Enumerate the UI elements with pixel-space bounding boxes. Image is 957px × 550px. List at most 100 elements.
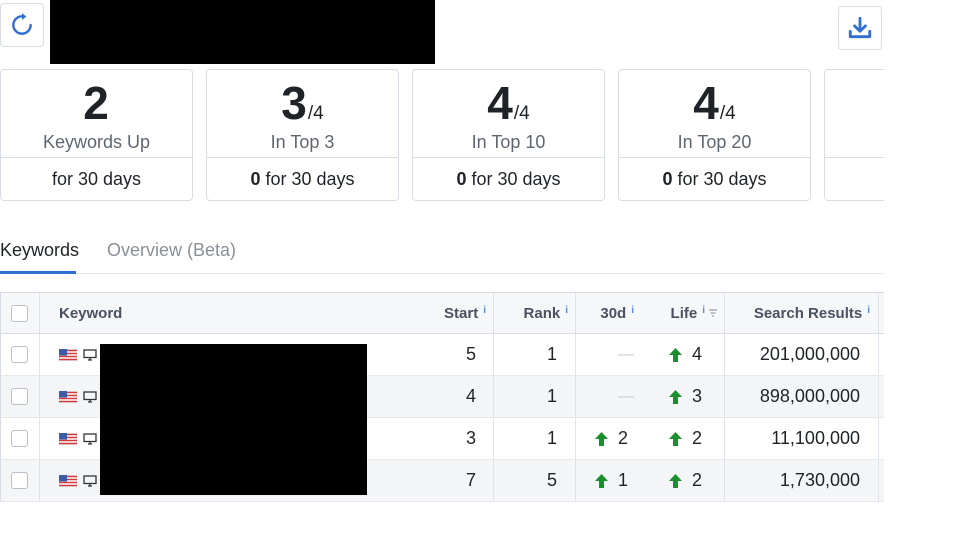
info-icon[interactable]: i xyxy=(867,305,870,316)
search-results-cell: 11,100,000 xyxy=(771,428,860,448)
stat-label: In Top 3 xyxy=(270,132,335,152)
life-value: 2 xyxy=(692,428,703,448)
header-start-label: Start xyxy=(444,304,479,322)
stat-footer-count: 0 xyxy=(456,169,467,189)
stat-card-top-3: 3/4 In Top 3 0 for 30 days xyxy=(206,69,399,201)
row-checkbox[interactable] xyxy=(11,430,28,447)
redacted-title xyxy=(50,0,435,64)
header-keyword-label: Keyword xyxy=(59,304,123,322)
stat-value: 4 xyxy=(487,77,513,129)
d30-value: — xyxy=(618,345,634,363)
col-divider xyxy=(878,376,879,417)
col-divider xyxy=(493,376,494,417)
rank-cell: 1 xyxy=(546,428,557,448)
header-life[interactable]: Life i xyxy=(641,293,718,333)
row-select-cell xyxy=(11,418,31,459)
search-results-cell: 898,000,000 xyxy=(759,386,860,406)
col-divider xyxy=(724,376,725,417)
col-divider xyxy=(39,376,40,417)
d30-cell: — xyxy=(618,334,648,375)
header-life-label: Life xyxy=(670,304,698,322)
col-divider xyxy=(493,293,494,333)
d30-value: 1 xyxy=(618,470,629,490)
stat-label: In Top 20 xyxy=(677,132,752,152)
col-divider xyxy=(878,293,879,333)
d30-value: 2 xyxy=(618,428,629,448)
arrow-up-icon xyxy=(669,389,682,404)
life-value: 3 xyxy=(692,386,703,406)
header-rank-label: Rank xyxy=(523,304,561,322)
stat-value: 4 xyxy=(693,77,719,129)
col-divider xyxy=(724,460,725,501)
col-divider xyxy=(39,460,40,501)
stat-denominator: /4 xyxy=(307,103,324,124)
start-cell: 5 xyxy=(465,344,476,364)
download-icon xyxy=(848,16,872,39)
refresh-button[interactable] xyxy=(0,3,44,47)
start-cell: 4 xyxy=(465,386,476,406)
desktop-icon xyxy=(83,432,97,445)
d30-cell: 1 xyxy=(595,460,645,501)
tab-keywords[interactable]: Keywords xyxy=(0,240,79,261)
info-icon[interactable]: i xyxy=(631,305,634,316)
active-tab-indicator xyxy=(0,271,76,274)
col-divider xyxy=(39,418,40,459)
d30-cell: — xyxy=(618,376,648,417)
redacted-keywords xyxy=(100,344,367,495)
info-icon[interactable]: i xyxy=(702,305,705,316)
header-search-results[interactable]: Search Results i xyxy=(725,293,870,333)
sort-icon[interactable] xyxy=(708,308,718,318)
row-checkbox[interactable] xyxy=(11,472,28,489)
col-divider xyxy=(575,418,576,459)
life-cell: 2 xyxy=(669,418,719,459)
d30-value: — xyxy=(618,387,634,405)
select-all-checkbox[interactable] xyxy=(11,304,28,322)
tab-overview[interactable]: Overview (Beta) xyxy=(107,240,236,261)
life-cell: 3 xyxy=(669,376,719,417)
header-30d-label: 30d xyxy=(600,304,627,322)
col-divider xyxy=(724,334,725,375)
col-divider xyxy=(39,293,40,333)
rank-cell: 5 xyxy=(546,470,557,490)
stat-footer-text: for 30 days xyxy=(672,169,767,189)
d30-cell: 2 xyxy=(595,418,645,459)
stat-card-top-20: 4/4 In Top 20 0 for 30 days xyxy=(618,69,811,201)
info-icon[interactable]: i xyxy=(565,305,568,316)
us-flag-icon xyxy=(59,390,77,403)
us-flag-icon xyxy=(59,432,77,445)
download-button[interactable] xyxy=(838,6,882,50)
col-divider xyxy=(575,293,576,333)
header-rank[interactable]: Rank i xyxy=(494,293,568,333)
desktop-icon xyxy=(83,390,97,403)
stat-footer-count: 0 xyxy=(662,169,673,189)
life-value: 4 xyxy=(692,344,703,364)
stat-label: In Top 10 xyxy=(471,132,546,152)
stat-card-partial: 0 xyxy=(824,69,884,201)
arrow-up-icon xyxy=(595,473,608,488)
desktop-icon xyxy=(83,348,97,361)
header-start[interactable]: Start i xyxy=(411,293,486,333)
stat-denominator: /4 xyxy=(719,103,736,124)
row-checkbox[interactable] xyxy=(11,346,28,363)
search-results-cell: 1,730,000 xyxy=(779,470,860,490)
table-header-row: Keyword Start i Rank i 30d i Life i Search R… xyxy=(1,293,884,334)
header-keyword[interactable]: Keyword xyxy=(59,293,359,333)
select-all-cell xyxy=(11,293,31,333)
arrow-up-icon xyxy=(595,431,608,446)
us-flag-icon xyxy=(59,348,77,361)
start-cell: 3 xyxy=(465,428,476,448)
row-checkbox[interactable] xyxy=(11,388,28,405)
row-select-cell xyxy=(11,334,31,375)
col-divider xyxy=(575,376,576,417)
stat-footer-text: for 30 days xyxy=(51,169,142,189)
info-icon[interactable]: i xyxy=(483,305,486,316)
col-divider xyxy=(878,334,879,375)
stat-footer-text: for 30 days xyxy=(260,169,355,189)
col-divider xyxy=(575,334,576,375)
arrow-up-icon xyxy=(669,347,682,362)
col-divider xyxy=(724,418,725,459)
header-30d[interactable]: 30d i xyxy=(576,293,634,333)
stat-footer-count: 0 xyxy=(250,169,261,189)
stat-card-keywords-up: 2 Keywords Up for 30 days xyxy=(0,69,193,201)
col-divider xyxy=(493,334,494,375)
